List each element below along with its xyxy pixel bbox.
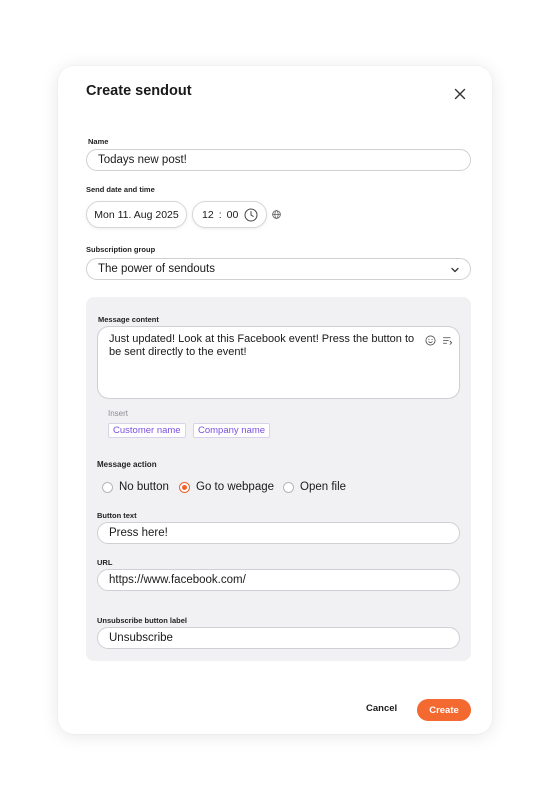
message-panel: Message content Just updated! Look at th… [86,297,471,661]
radio-open-file-label: Open file [300,481,347,493]
unsubscribe-value: Unsubscribe [109,632,173,644]
radio-no-button-label: No button [119,481,169,493]
time-minute[interactable]: 00 [227,209,239,221]
message-action-label: Message action [97,460,157,469]
emoji-icon[interactable] [425,335,436,346]
url-label: URL [97,558,113,567]
date-value: Mon 11. Aug 2025 [94,208,179,221]
message-content-textarea[interactable]: Just updated! Look at this Facebook even… [97,326,460,399]
subscription-group-value: The power of sendouts [98,263,215,275]
radio-no-button[interactable]: No button [102,481,169,493]
name-input-value: Todays new post! [98,154,187,166]
close-button[interactable] [450,84,470,104]
radio-go-to-webpage-label: Go to webpage [196,481,275,493]
globe-icon[interactable] [272,210,281,219]
insert-chip-company-name[interactable]: Company name [193,423,271,438]
time-picker[interactable]: 12 : 00 [192,201,267,228]
create-button[interactable]: Create [417,699,471,721]
radio-go-to-webpage-indicator [179,481,190,493]
radio-go-to-webpage[interactable]: Go to webpage [179,481,274,493]
name-input[interactable]: Todays new post! [86,149,471,171]
send-date-label: Send date and time [86,185,155,194]
radio-open-file-indicator [283,481,294,493]
create-sendout-dialog: Create sendout Name Todays new post! Sen… [58,66,492,734]
button-text-label: Button text [97,511,137,520]
subscription-group-label: Subscription group [86,245,156,254]
time-hour[interactable]: 12 [202,209,214,221]
clock-icon[interactable] [244,208,258,222]
button-text-value: Press here! [109,527,168,539]
chevron-down-icon [451,267,459,273]
text-format-icon[interactable] [442,335,453,346]
close-icon [454,88,466,100]
dialog-title: Create sendout [86,83,192,99]
url-input[interactable]: https://www.facebook.com/ [97,569,460,591]
insert-chip-customer-name[interactable]: Customer name [108,423,186,438]
unsubscribe-label: Unsubscribe button label [97,616,188,625]
date-picker[interactable]: Mon 11. Aug 2025 [86,201,187,228]
button-text-input[interactable]: Press here! [97,522,460,544]
message-content-text: Just updated! Look at this Facebook even… [109,333,415,358]
subscription-group-select[interactable]: The power of sendouts [86,258,471,280]
radio-open-file[interactable]: Open file [283,481,346,493]
message-content-label: Message content [98,315,159,324]
url-value: https://www.facebook.com/ [109,574,246,586]
cancel-button[interactable]: Cancel [366,703,397,714]
unsubscribe-input[interactable]: Unsubscribe [97,627,460,649]
name-label: Name [88,137,109,146]
insert-label: Insert [108,409,129,418]
radio-no-button-indicator [102,481,113,493]
time-separator: : [218,208,222,221]
